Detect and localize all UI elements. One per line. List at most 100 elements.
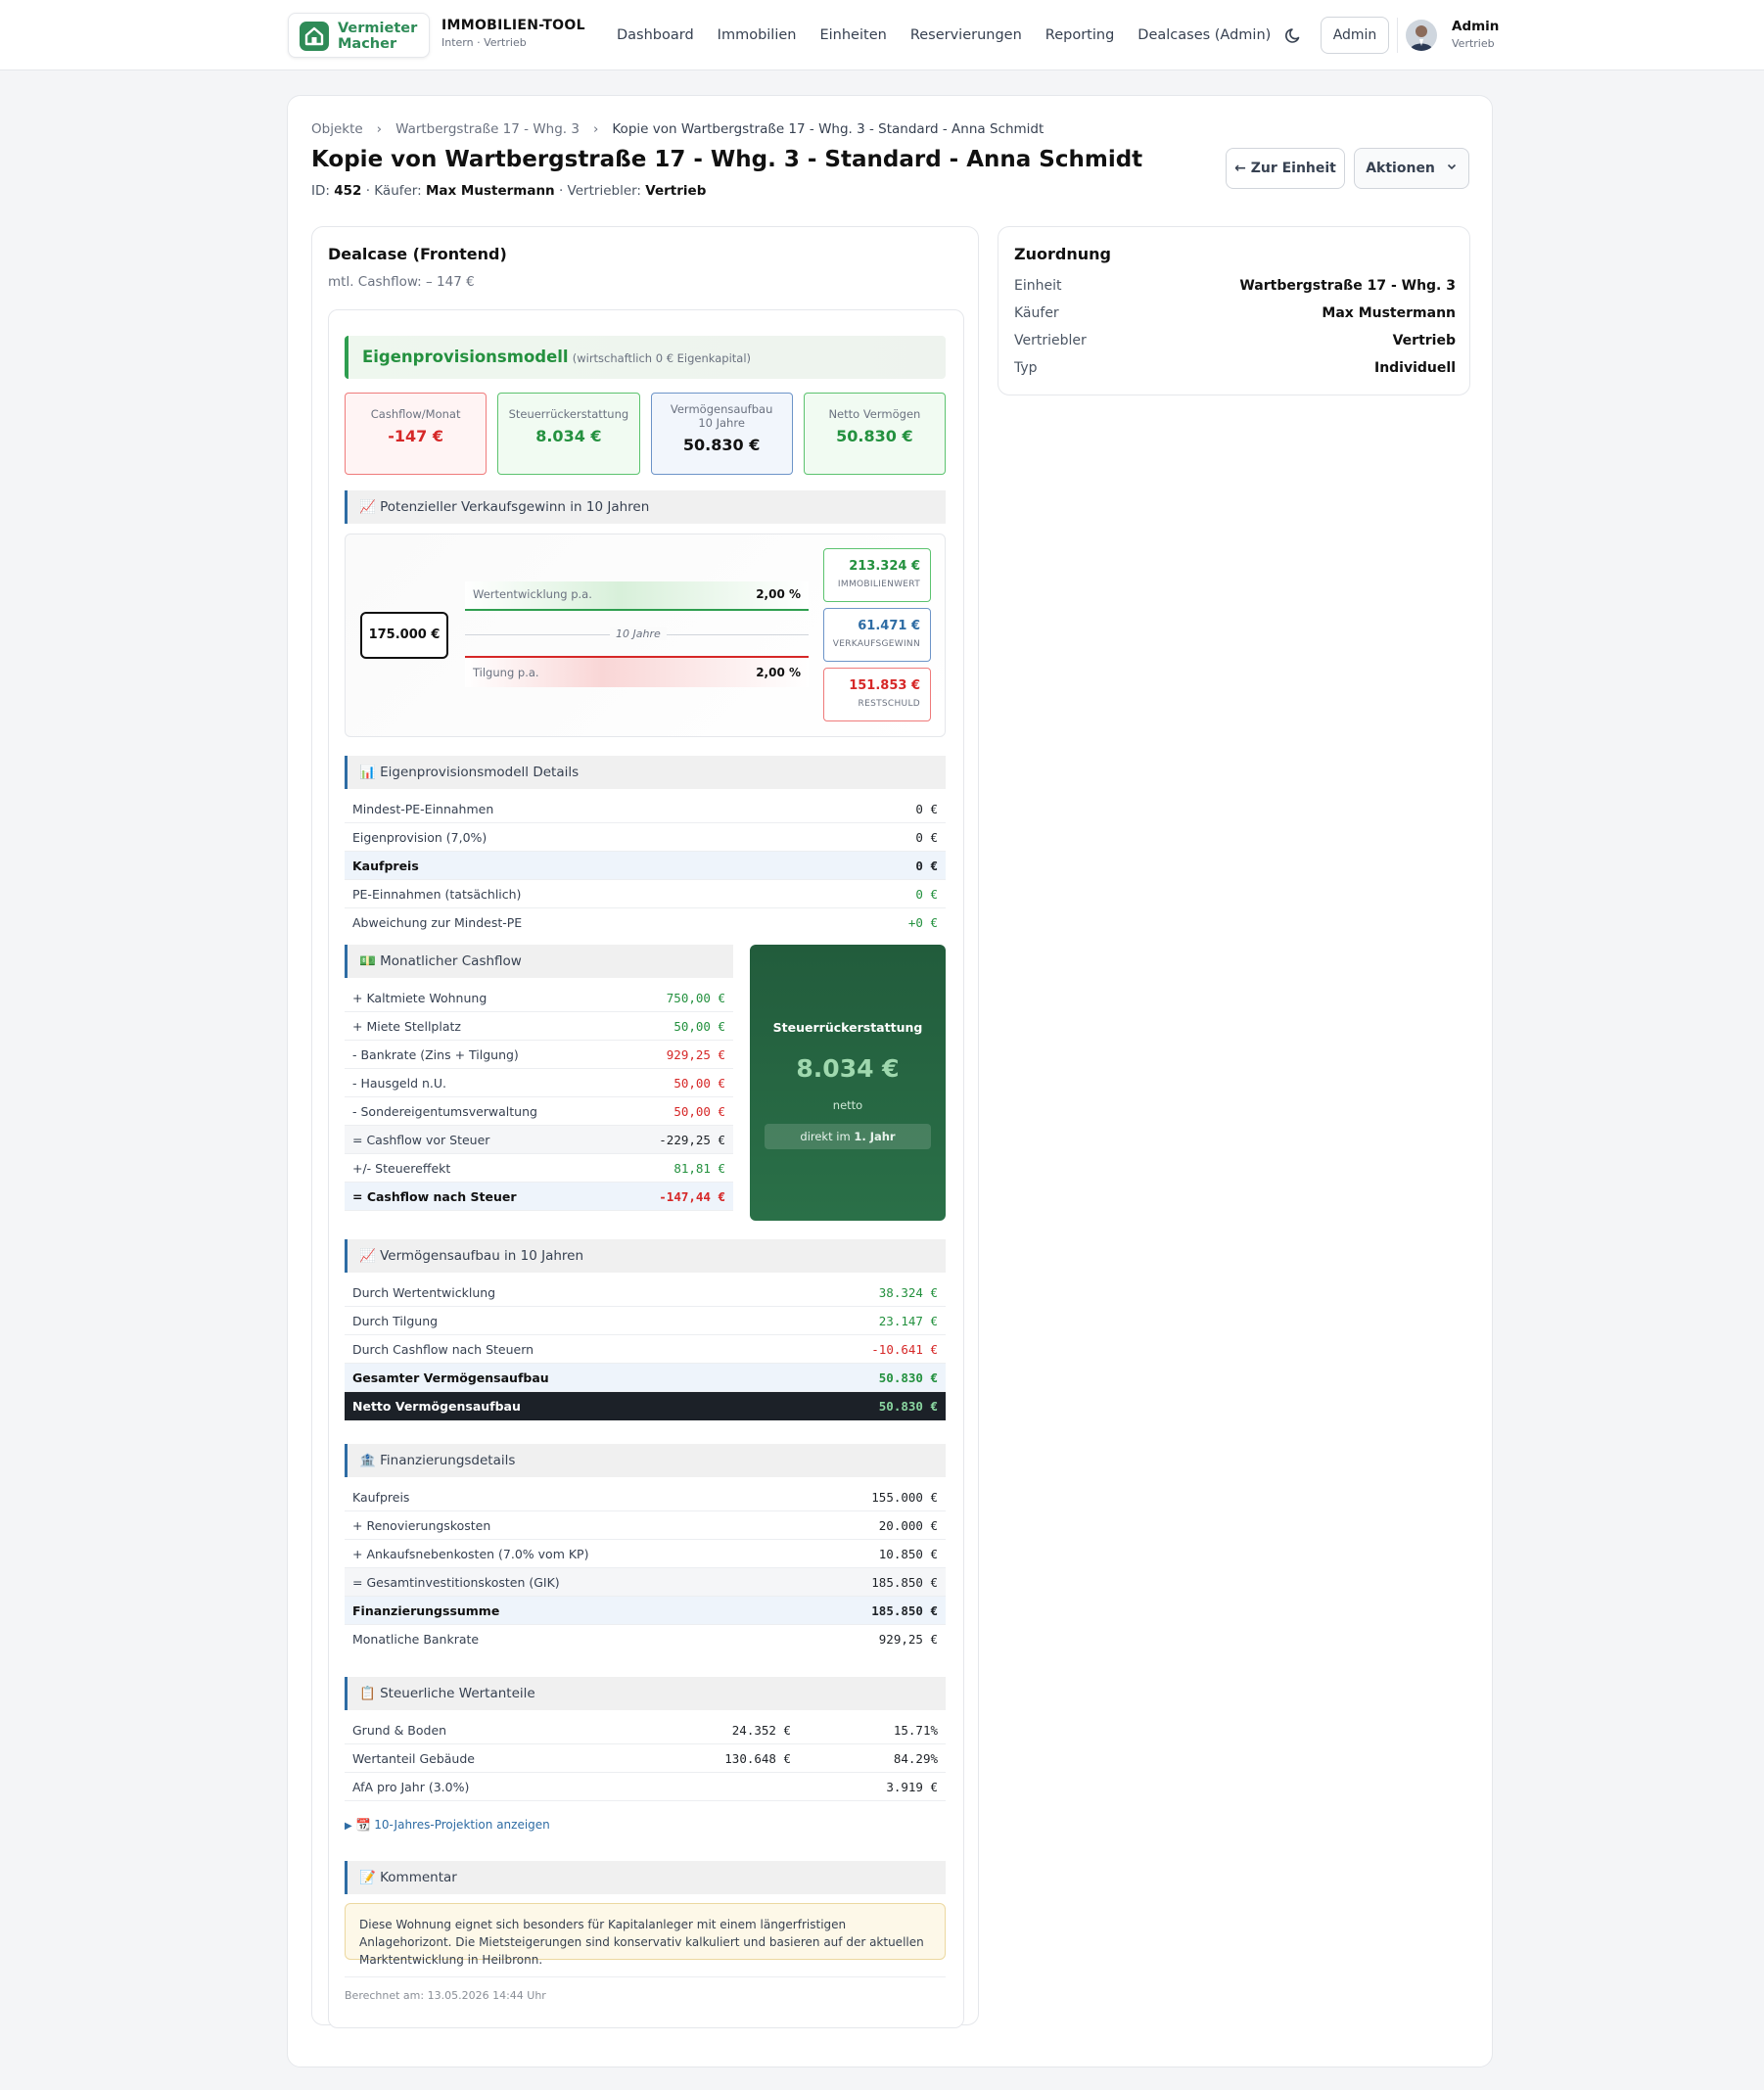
breadcrumb-objekte[interactable]: Objekte <box>311 121 363 137</box>
nav-immobilien[interactable]: Immobilien <box>718 27 797 43</box>
row-value: 20.000 € <box>878 1517 938 1533</box>
section-comment: 📝 Kommentar <box>345 1861 946 1894</box>
projection-toggle[interactable]: ▶ 📆 10-Jahres-Projektion anzeigen <box>345 1818 550 1832</box>
assignment-title: Zuordnung <box>1014 245 1111 263</box>
dealcase-title: Dealcase (Frontend) <box>328 245 507 263</box>
row-value: 50.830 € <box>878 1399 938 1414</box>
row-amount: 130.648 € <box>724 1750 791 1766</box>
tax-shares-table: Grund & Boden 24.352 € 15.71% Wertanteil… <box>345 1716 946 1801</box>
breadcrumb-separator: › <box>376 121 383 137</box>
breadcrumb-unit[interactable]: Wartbergstraße 17 - Whg. 3 <box>395 121 580 137</box>
page-title: Kopie von Wartbergstraße 17 - Whg. 3 - S… <box>311 147 1143 172</box>
row-label: Wertanteil Gebäude <box>352 1750 475 1766</box>
wealth-table: Durch Wertentwicklung 38.324 € Durch Tilg… <box>345 1278 946 1420</box>
remaining-debt-label: RESTSCHULD <box>858 699 920 709</box>
user-block[interactable]: Admin Vertrieb <box>1452 19 1499 50</box>
logo-line-2: Macher <box>338 36 397 52</box>
table-row: + Miete Stellplatz 50,00 € <box>345 1012 733 1041</box>
row-label: Netto Vermögensaufbau <box>352 1399 521 1414</box>
row-pct: 84.29% <box>893 1750 938 1766</box>
moon-icon[interactable] <box>1284 25 1304 45</box>
section-ep-details: 📊 Eigenprovisionsmodell Details <box>345 756 946 789</box>
nav-reporting[interactable]: Reporting <box>1045 27 1115 43</box>
brand-logo[interactable]: Vermieter Macher <box>288 13 430 58</box>
row-label: Durch Wertentwicklung <box>352 1284 496 1300</box>
growth-bar: Wertentwicklung p.a. 2,00 % <box>465 581 809 611</box>
tax-refund-value: 8.034 € <box>796 1054 900 1083</box>
row-label: Abweichung zur Mindest-PE <box>352 915 523 930</box>
assignment-row: Käufer Max Mustermann <box>1014 305 1456 321</box>
row-amount: 24.352 € <box>731 1722 791 1738</box>
row-label: Gesamter Vermögensaufbau <box>352 1370 549 1385</box>
row-label: - Bankrate (Zins + Tilgung) <box>352 1046 519 1062</box>
model-title: Eigenprovisionsmodell <box>362 348 569 366</box>
repay-label: Tilgung p.a. <box>473 666 539 679</box>
breadcrumb-current: Kopie von Wartbergstraße 17 - Whg. 3 - S… <box>612 121 1044 137</box>
property-value-box: 213.324 € IMMOBILIENWERT <box>823 548 931 602</box>
page-meta: ID: 452 · Käufer: Max Mustermann · Vertr… <box>311 183 706 199</box>
avatar[interactable] <box>1406 20 1437 51</box>
row-label: + Kaltmiete Wohnung <box>352 990 487 1005</box>
table-row: Grund & Boden 24.352 € 15.71% <box>345 1716 946 1744</box>
nav-dashboard[interactable]: Dashboard <box>617 27 694 43</box>
kpi-value: 50.830 € <box>836 427 913 445</box>
kpi-value: 50.830 € <box>682 436 761 454</box>
tax-refund-sub: netto <box>832 1098 863 1112</box>
row-label: - Hausgeld n.U. <box>352 1075 447 1091</box>
row-value: 750,00 € <box>666 990 725 1005</box>
row-label: Mindest-PE-Einnahmen <box>352 801 494 816</box>
growth-value: 2,00 % <box>756 587 801 601</box>
nav-reservierungen[interactable]: Reservierungen <box>910 27 1022 43</box>
ep-details-table: Mindest-PE-Einnahmen 0 € Eigenprovision (… <box>345 795 946 937</box>
sale-gain-value: 61.471 € <box>858 619 920 633</box>
table-row: Wertanteil Gebäude 130.648 € 84.29% <box>345 1744 946 1773</box>
row-value: -147,44 € <box>659 1188 725 1204</box>
nav-dealcases-admin[interactable]: Dealcases (Admin) <box>1137 27 1271 43</box>
pill-bold: 1. Jahr <box>854 1130 896 1143</box>
table-row: - Hausgeld n.U. 50,00 € <box>345 1069 733 1097</box>
table-row: Eigenprovision (7,0%) 0 € <box>345 823 946 852</box>
comment-box: Diese Wohnung eignet sich besonders für … <box>345 1903 946 1967</box>
table-row: Durch Wertentwicklung 38.324 € <box>345 1278 946 1307</box>
row-label: Typ <box>1014 360 1038 376</box>
table-row: Monatliche Bankrate 929,25 € <box>345 1625 946 1653</box>
nav-einheiten[interactable]: Einheiten <box>819 27 886 43</box>
row-label: = Gesamtinvestitionskosten (GIK) <box>352 1574 560 1590</box>
table-row: Durch Cashflow nach Steuern -10.641 € <box>345 1335 946 1364</box>
tax-refund-title: Steuerrückerstattung <box>772 1020 923 1035</box>
row-label: = Cashflow vor Steuer <box>352 1132 490 1147</box>
row-value: -10.641 € <box>871 1341 938 1357</box>
row-label: + Renovierungskosten <box>352 1517 491 1533</box>
table-row: Kaufpreis 0 € <box>345 852 946 880</box>
section-wealth: 📈 Vermögensaufbau in 10 Jahren <box>345 1239 946 1273</box>
table-row: PE-Einnahmen (tatsächlich) 0 € <box>345 880 946 908</box>
main-nav: Dashboard Immobilien Einheiten Reservier… <box>617 0 1294 70</box>
row-label: PE-Einnahmen (tatsächlich) <box>352 886 522 902</box>
row-pct: 15.71% <box>893 1722 938 1738</box>
actions-button[interactable]: Aktionen <box>1354 148 1469 189</box>
assignment-row: Einheit Wartbergstraße 17 - Whg. 3 <box>1014 278 1456 294</box>
user-name: Admin <box>1452 19 1500 34</box>
admin-button[interactable]: Admin <box>1321 17 1389 54</box>
row-value: 185.850 € <box>871 1574 938 1590</box>
table-row: Mindest-PE-Einnahmen 0 € <box>345 795 946 823</box>
row-value: 929,25 € <box>878 1632 938 1647</box>
back-to-unit-button[interactable]: ← Zur Einheit <box>1226 148 1345 189</box>
section-cashflow: 💵 Monatlicher Cashflow <box>345 945 733 978</box>
table-row: - Bankrate (Zins + Tilgung) 929,25 € <box>345 1041 733 1069</box>
kpi-cashflow: Cashflow/Monat -147 € <box>345 393 487 475</box>
kpi-label: Vermögensaufbau 10 Jahre <box>670 402 773 430</box>
logo-line-1: Vermieter <box>338 21 418 36</box>
user-role: Vertrieb <box>1452 37 1495 50</box>
meta-seller: Vertrieb <box>645 183 707 199</box>
actions-label: Aktionen <box>1366 161 1435 176</box>
kpi-value: 8.034 € <box>535 427 602 445</box>
row-value: 185.850 € <box>871 1602 938 1618</box>
row-value: Individuell <box>1373 360 1456 376</box>
house-icon <box>300 22 329 51</box>
triangle-right-icon: ▶ <box>345 1821 352 1832</box>
calculated-at: Berechnet am: 13.05.2026 14:44 Uhr <box>345 1976 946 2002</box>
meta-buyer: Max Mustermann <box>425 183 555 199</box>
kpi-label: Steuerrückerstattung <box>508 407 629 421</box>
top-navigation: Vermieter Macher IMMOBILIEN-TOOL Intern … <box>0 0 1764 70</box>
